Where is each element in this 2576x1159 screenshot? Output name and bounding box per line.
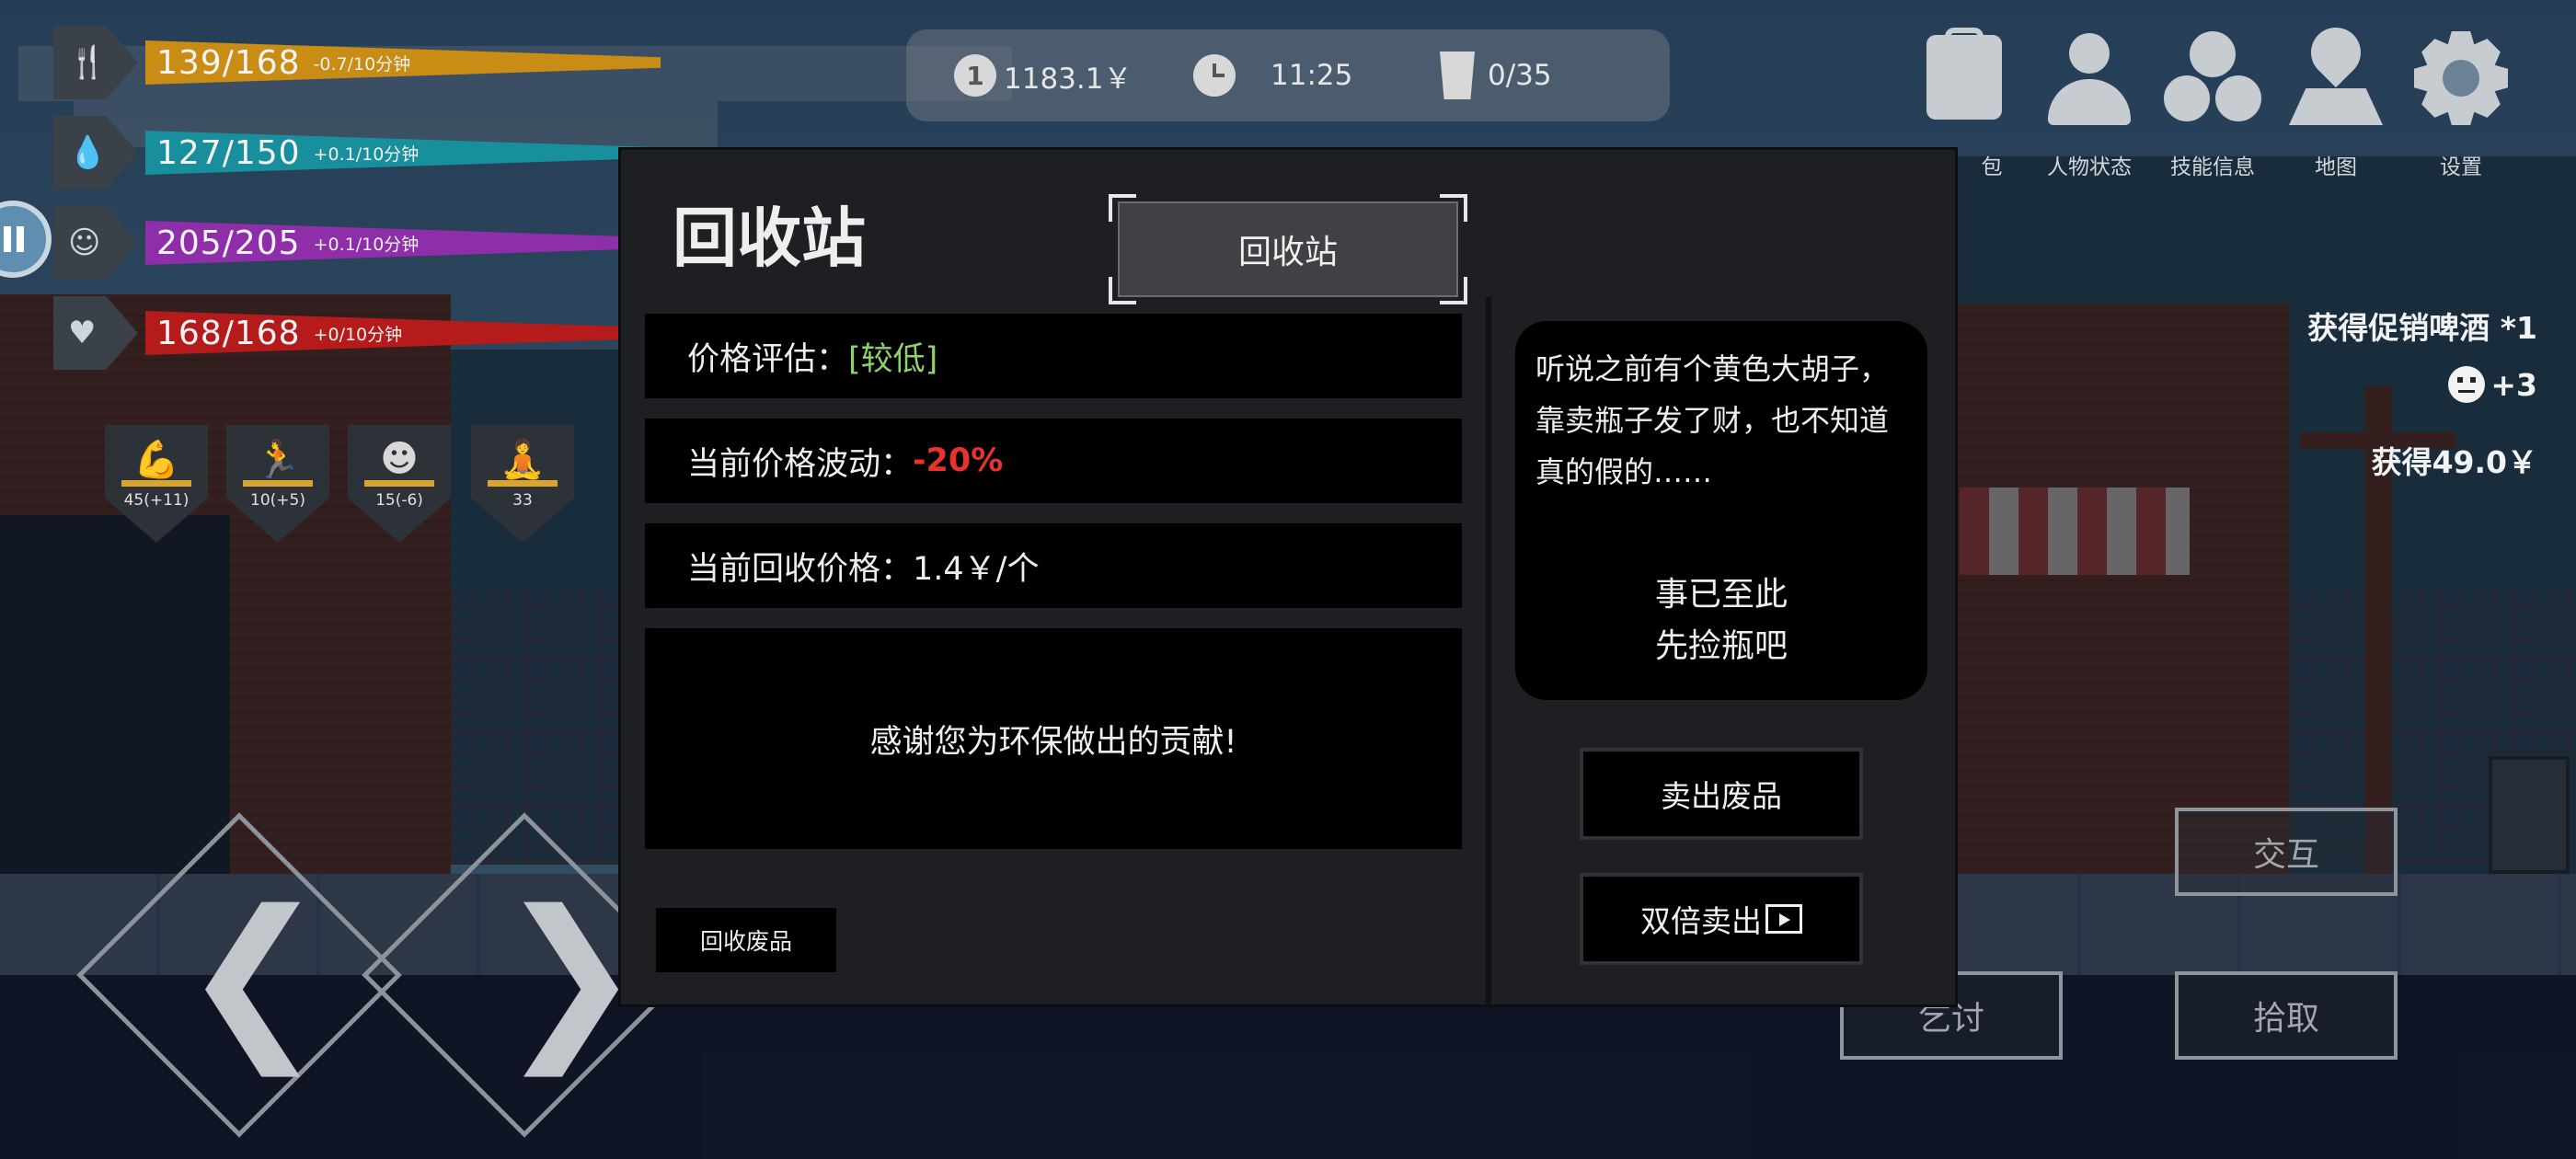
attr-spirit-value: 33 — [512, 491, 533, 510]
video-ad-icon — [1765, 904, 1802, 934]
attr-spirit: 🧘 33 — [471, 425, 574, 543]
menu-character-status[interactable]: 人物状态 — [2030, 28, 2149, 184]
time-value: 11:25 — [1271, 59, 1353, 92]
bin-capacity-value: 0/35 — [1488, 59, 1552, 92]
mood-bar: 205/205 +0.1/10分钟 — [145, 221, 661, 265]
menu-skill-info[interactable]: 技能信息 — [2153, 28, 2272, 184]
sell-double-label: 双倍卖出 — [1640, 903, 1762, 939]
collect-waste-button[interactable]: 回收废品 — [656, 908, 836, 972]
face-icon: ☺ — [53, 206, 138, 280]
price-fluctuation-label: 当前价格波动： — [687, 445, 914, 483]
hunger-value: 139/168 — [156, 43, 301, 82]
attr-agility: 🏃 10(+5) — [226, 425, 329, 543]
mood-value: 205/205 — [156, 224, 301, 262]
coin-icon: 1 — [954, 54, 996, 97]
skill-icon — [2162, 28, 2263, 129]
recycle-price-row: 当前回收价格：1.4￥/个 — [645, 523, 1462, 608]
price-fluctuation-value: -20% — [913, 442, 1004, 479]
attr-agility-value: 10(+5) — [250, 491, 305, 510]
price-evaluation-label: 价格评估： — [687, 340, 849, 378]
thirst-value: 127/150 — [156, 133, 301, 172]
npc-dialogue-line-1: 事已至此 — [1654, 576, 1788, 614]
running-icon: 🏃 — [255, 439, 301, 481]
attr-strength: 💪 45(+11) — [105, 425, 208, 543]
sell-waste-button[interactable]: 卖出废品 — [1580, 748, 1863, 840]
sell-double-button[interactable]: 双倍卖出 — [1580, 873, 1863, 965]
backpack-icon — [1914, 28, 2015, 129]
head-icon: ☻ — [380, 438, 419, 480]
attr-intellect-value: 15(-6) — [375, 491, 423, 510]
recycling-station-dialog: 回收站 回收站 价格评估： [较低] 当前价格波动： -20% 当前回收价格：1… — [618, 147, 1958, 1007]
thirst-bar: 127/150 +0.1/10分钟 — [145, 131, 661, 175]
menu-map-label: 地图 — [2315, 155, 2357, 179]
money-value: 1183.1￥ — [1004, 62, 1133, 96]
clock-icon — [1193, 54, 1236, 97]
menu-settings-label: 设置 — [2440, 155, 2482, 179]
pause-icon — [4, 226, 11, 252]
money-display: 1 1183.1￥ — [954, 54, 1132, 97]
item-gain-notice: 获得促销啤酒 *1 — [2307, 310, 2537, 346]
recycle-price-text: 当前回收价格：1.4￥/个 — [687, 550, 1040, 588]
dialog-divider — [1486, 297, 1491, 1005]
muscle-icon: 💪 — [133, 439, 179, 481]
meditate-icon: 🧘 — [500, 439, 546, 481]
left-arrow-icon: ❮ — [180, 873, 328, 1076]
health-value: 168/168 — [156, 314, 301, 352]
smiley-icon — [2448, 366, 2486, 403]
person-icon — [2039, 28, 2140, 129]
bin-capacity-display: 0/35 — [1440, 52, 1552, 99]
time-display: 11:25 — [1193, 54, 1352, 97]
hunger-rate: -0.7/10分钟 — [313, 53, 411, 75]
health-bar: 168/168 +0/10分钟 — [145, 311, 661, 355]
thirst-rate: +0.1/10分钟 — [313, 143, 420, 165]
menu-skill-info-label: 技能信息 — [2170, 155, 2255, 179]
mood-rate: +0.1/10分钟 — [313, 234, 420, 255]
npc-dialogue-line-2: 先捡瓶吧 — [1654, 627, 1788, 665]
fork-knife-icon: 🍴 — [53, 26, 138, 99]
mood-gain-value: +3 — [2490, 366, 2537, 403]
mood-gain-notice: +3 — [2448, 366, 2537, 403]
price-evaluation-value: [较低] — [848, 340, 938, 378]
tab-label: 回收站 — [1118, 201, 1458, 297]
hunger-stat: 🍴 139/168 -0.7/10分钟 — [53, 26, 753, 99]
sell-waste-label: 卖出废品 — [1661, 778, 1782, 814]
menu-character-status-label: 人物状态 — [2047, 155, 2132, 179]
price-fluctuation-row: 当前价格波动： -20% — [645, 419, 1462, 503]
heartbeat-icon: ♥ — [53, 296, 138, 370]
menu-map[interactable]: 地图 — [2276, 17, 2396, 184]
thanks-panel: 感谢您为环保做出的贡献! — [645, 628, 1462, 849]
npc-dialogue-text: 听说之前有个黄色大胡子，靠卖瓶子发了财，也不知道真的假的…… — [1535, 351, 1890, 489]
top-status-hud: 1 1183.1￥ 11:25 0/35 — [906, 29, 1670, 121]
map-icon — [2285, 17, 2386, 129]
attr-strength-value: 45(+11) — [123, 491, 190, 510]
money-gain-notice: 获得49.0￥ — [2371, 444, 2537, 480]
health-rate: +0/10分钟 — [313, 324, 403, 345]
trash-bin-icon — [1440, 52, 1475, 99]
menu-settings[interactable]: 设置 — [2401, 28, 2521, 184]
gear-icon — [2410, 28, 2512, 129]
tab-recycling-station[interactable]: 回收站 — [1109, 194, 1467, 304]
thanks-text: 感谢您为环保做出的贡献! — [869, 723, 1237, 761]
interact-button[interactable]: 交互 — [2175, 808, 2398, 896]
dialog-title: 回收站 — [673, 201, 866, 276]
attr-intellect: ☻ 15(-6) — [348, 425, 451, 543]
water-drop-icon: 💧 — [53, 116, 138, 189]
price-evaluation-row: 价格评估： [较低] — [645, 314, 1462, 398]
npc-dialogue-conclusion: 事已至此 先捡瓶吧 — [1515, 569, 1927, 672]
npc-dialogue-box: 听说之前有个黄色大胡子，靠卖瓶子发了财，也不知道真的假的…… 事已至此 先捡瓶吧 — [1515, 321, 1927, 700]
pickup-button[interactable]: 拾取 — [2175, 971, 2398, 1060]
hunger-bar: 139/168 -0.7/10分钟 — [145, 40, 661, 85]
